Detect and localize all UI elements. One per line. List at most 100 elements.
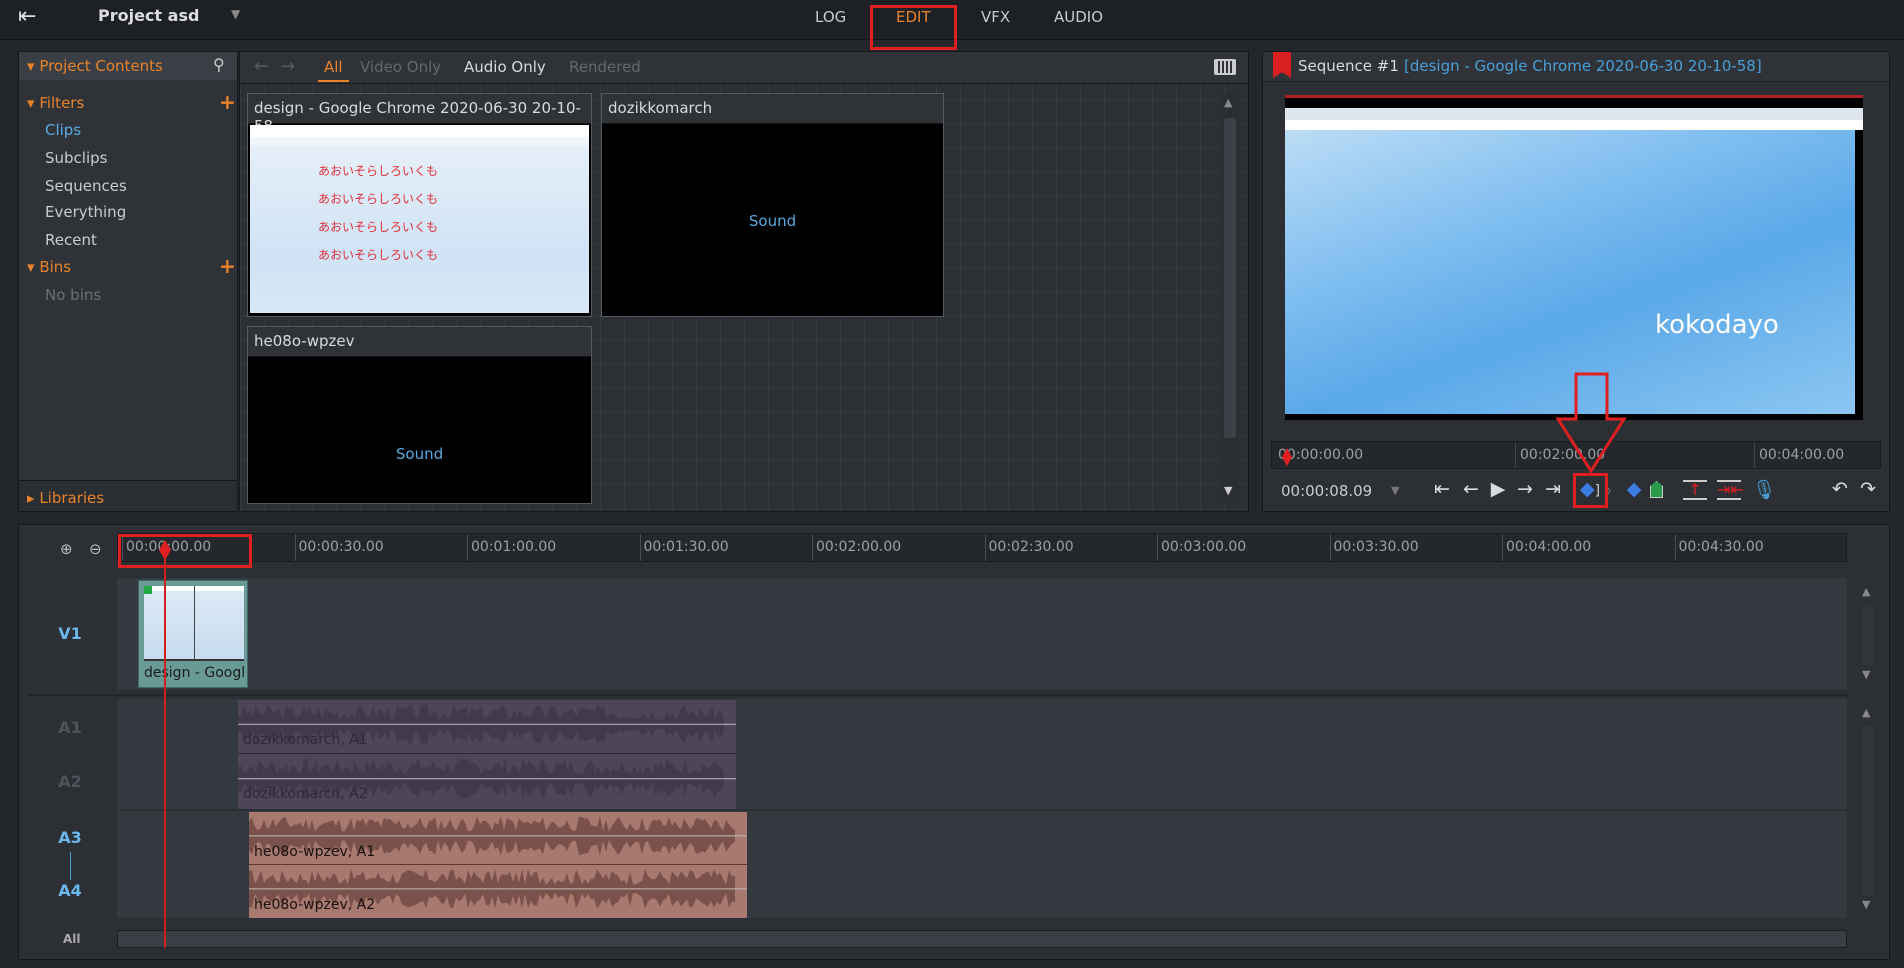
view-mode-icon[interactable]: [1214, 59, 1236, 75]
back-icon[interactable]: ←: [254, 56, 269, 77]
scroll-thumb[interactable]: [1224, 118, 1236, 438]
tab-vfx[interactable]: VFX: [981, 8, 1010, 26]
step-back-icon[interactable]: ←: [1459, 478, 1483, 500]
ruler-label: 00:02:00.00: [816, 539, 902, 555]
a-scroll-up-icon[interactable]: ▲: [1862, 706, 1870, 719]
project-name[interactable]: Project asd: [98, 6, 199, 25]
add-filter-icon[interactable]: +: [219, 90, 236, 114]
v-scroll-up-icon[interactable]: ▲: [1862, 585, 1870, 598]
search-icon[interactable]: ⚲: [213, 55, 225, 74]
timeline-clip-v1[interactable]: design - Googl: [138, 580, 248, 688]
sidebar-item-everything[interactable]: Everything: [45, 203, 126, 221]
all-tracks-label[interactable]: All: [63, 932, 81, 946]
annotation-arrow: [1555, 372, 1627, 474]
scroll-down-icon[interactable]: ▼: [1224, 484, 1232, 497]
v-scroll-down-icon[interactable]: ▼: [1862, 668, 1870, 681]
audio-track-scrollbar[interactable]: [1861, 726, 1875, 896]
microphone-icon[interactable]: 🎙: [1752, 478, 1776, 501]
track-label-a3[interactable]: A3: [50, 828, 90, 847]
ruler-label: 00:04:00.00: [1759, 447, 1845, 463]
mark-in-icon[interactable]: ◆]: [1578, 478, 1602, 500]
thumbnail-line: あおいそらしろいくも: [318, 220, 439, 234]
ruler-tick: [1502, 534, 1503, 561]
clip-tile-dozikkomarch[interactable]: dozikkomarch Sound: [601, 93, 944, 317]
timeline-clip-a3[interactable]: he08o-wpzev, A1: [249, 812, 747, 865]
sidebar-item-sequences[interactable]: Sequences: [45, 177, 127, 195]
mark-out-icon[interactable]: 〉: [1600, 478, 1624, 502]
sidebar-item-clips[interactable]: Clips: [45, 121, 81, 139]
project-dropdown-icon[interactable]: ▼: [231, 7, 240, 21]
step-forward-icon[interactable]: →: [1513, 478, 1537, 500]
extract-icon[interactable]: ⇥⇤: [1717, 480, 1744, 500]
clip-label: he08o-wpzev, A1: [254, 844, 376, 860]
tab-rendered[interactable]: Rendered: [569, 58, 641, 76]
track-label-a4[interactable]: A4: [50, 881, 90, 900]
ruler-label: 00:01:00.00: [471, 539, 557, 555]
clip-title: dozikkomarch: [602, 94, 943, 124]
viewer-timecode[interactable]: 00:00:08.09: [1281, 482, 1372, 500]
redo-icon[interactable]: ↷: [1856, 478, 1880, 500]
bins-header[interactable]: ▾ Bins: [27, 258, 71, 276]
timeline-clip-a2[interactable]: dozikkomarch, A2: [238, 754, 736, 809]
tab-audio[interactable]: AUDIO: [1054, 8, 1103, 26]
clip-label: design - Googl: [144, 665, 246, 681]
clip-title: he08o-wpzev: [248, 327, 591, 357]
sidebar-item-subclips[interactable]: Subclips: [45, 149, 107, 167]
timeline-clip-a4[interactable]: he08o-wpzev, A2: [249, 865, 747, 918]
tab-audio-only[interactable]: Audio Only: [464, 58, 546, 76]
browser-scrollbar[interactable]: ▲ ▼: [1221, 94, 1239, 504]
timeline-ruler[interactable]: 00:00:00.0000:00:30.0000:01:00.0000:01:3…: [117, 533, 1847, 562]
video-track-scrollbar[interactable]: [1861, 605, 1875, 665]
tab-all[interactable]: All: [318, 58, 349, 82]
go-to-end-icon[interactable]: ⇥: [1541, 478, 1565, 500]
bins-label: Bins: [39, 258, 72, 276]
timeline-horizontal-scrollbar[interactable]: [117, 930, 1847, 948]
ruler-tick: [1674, 534, 1676, 561]
scroll-up-icon[interactable]: ▲: [1224, 96, 1232, 109]
zoom-out-icon[interactable]: ⊖: [89, 540, 102, 558]
project-contents-title[interactable]: ▾ Project Contents: [27, 57, 163, 75]
no-bins-text: No bins: [45, 286, 102, 304]
lift-icon[interactable]: ↑: [1683, 480, 1707, 500]
tab-video-only[interactable]: Video Only: [360, 58, 441, 76]
ruler-tick: [812, 534, 813, 561]
tab-log[interactable]: LOG: [815, 8, 846, 26]
top-bar: ⇤ Project asd ▼ LOG EDIT VFX AUDIO: [0, 0, 1904, 40]
a-scroll-down-icon[interactable]: ▼: [1862, 898, 1870, 911]
tab-edit[interactable]: EDIT: [896, 8, 931, 26]
track-v1: [117, 578, 1847, 690]
thumbnail-line: あおいそらしろいくも: [318, 248, 439, 262]
track-label-v1[interactable]: V1: [50, 624, 90, 643]
mark-clip-icon[interactable]: ◆: [1622, 478, 1646, 500]
clip-tile-he08o-wpzev[interactable]: he08o-wpzev Sound: [247, 326, 592, 504]
sequence-clip-name: [design - Google Chrome 2020-06-30 20-10…: [1404, 57, 1762, 75]
clip-status-marker: [144, 586, 152, 594]
clip-label: he08o-wpzev, A2: [254, 897, 376, 913]
undo-icon[interactable]: ↶: [1828, 478, 1852, 500]
ruler-tick: [1515, 442, 1516, 468]
clip-thumbnail: あおいそらしろいくも あおいそらしろいくも あおいそらしろいくも あおいそらしろ…: [250, 125, 589, 313]
timeline-clip-a1[interactable]: dozikkomarch, A1: [238, 700, 736, 754]
track-label-a1[interactable]: A1: [50, 718, 90, 737]
add-bin-icon[interactable]: +: [219, 254, 236, 278]
clip-tile-design[interactable]: design - Google Chrome 2020-06-30 20-10-…: [247, 93, 592, 317]
sound-label: Sound: [395, 445, 444, 463]
ruler-label: 00:03:30.00: [1333, 539, 1419, 555]
ruler-label: 00:01:30.00: [643, 539, 729, 555]
zoom-in-icon[interactable]: ⊕: [60, 540, 73, 558]
ruler-tick: [639, 534, 641, 561]
timeline-playhead-line[interactable]: [164, 548, 166, 948]
exit-project-icon[interactable]: ⇤: [18, 4, 36, 29]
ruler-tick: [1754, 442, 1755, 468]
forward-icon[interactable]: →: [280, 56, 295, 77]
go-to-start-icon[interactable]: ⇤: [1430, 478, 1454, 500]
browser-address-bar: [1285, 120, 1863, 130]
project-contents-panel: ▾ Project Contents ⚲ ▾ Filters + Clips S…: [18, 51, 238, 512]
track-label-a2[interactable]: A2: [50, 772, 90, 791]
filters-header[interactable]: ▾ Filters: [27, 94, 84, 112]
sidebar-item-recent[interactable]: Recent: [45, 231, 97, 249]
play-icon[interactable]: ▶: [1486, 478, 1510, 500]
libraries-header[interactable]: ▸ Libraries: [27, 489, 104, 507]
timecode-dropdown-icon[interactable]: ▼: [1391, 484, 1399, 497]
filters-label: Filters: [39, 94, 85, 112]
